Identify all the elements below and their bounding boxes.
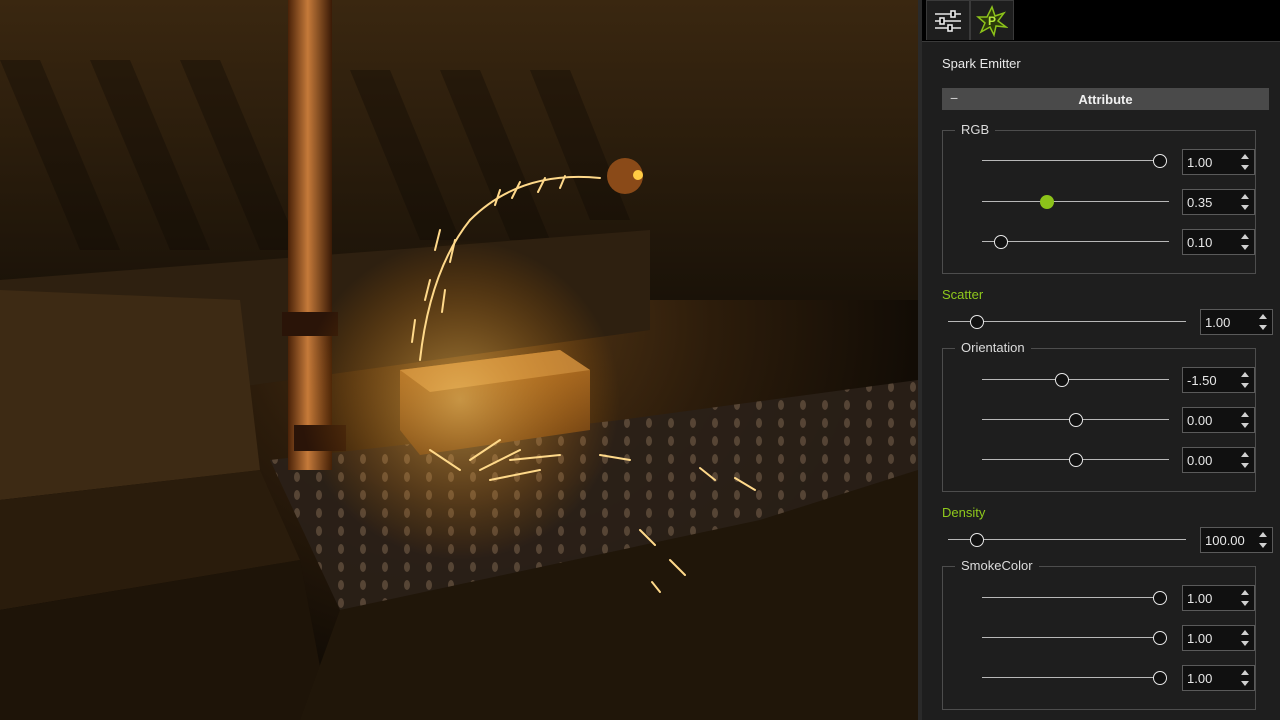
scatter-label: Scatter: [942, 287, 984, 302]
spin-down-icon[interactable]: [1259, 325, 1267, 330]
slider-track: [948, 321, 1186, 322]
panel-tab-bar: P: [922, 0, 1280, 42]
smokecolor-b-spinbox[interactable]: 1.00: [1182, 665, 1255, 691]
spin-up-icon[interactable]: [1241, 452, 1249, 457]
slider-thumb[interactable]: [1068, 453, 1083, 467]
slider-thumb[interactable]: [1153, 631, 1167, 645]
spin-down-icon[interactable]: [1241, 165, 1249, 170]
spin-down-icon[interactable]: [1241, 383, 1249, 388]
smokecolor-r-slider[interactable]: [982, 590, 1167, 606]
spin-down-icon[interactable]: [1241, 205, 1249, 210]
spinbox-value[interactable]: 100.00: [1205, 533, 1245, 548]
spinbox-value[interactable]: 1.00: [1205, 315, 1230, 330]
slider-track: [982, 241, 1169, 242]
spin-up-icon[interactable]: [1241, 670, 1249, 675]
spin-up-icon[interactable]: [1241, 234, 1249, 239]
spark-emitter-icon: P: [976, 4, 1008, 37]
spin-up-icon[interactable]: [1241, 412, 1249, 417]
orientation-z-spinbox[interactable]: 0.00: [1182, 447, 1255, 473]
slider-thumb[interactable]: [993, 235, 1008, 249]
rgb-group-label: RGB: [955, 122, 996, 137]
spinbox-value[interactable]: -1.50: [1187, 373, 1217, 388]
rgb-g-slider[interactable]: [982, 194, 1169, 210]
orientation-group-label: Orientation: [955, 340, 1031, 355]
scatter-spinbox[interactable]: 1.00: [1200, 309, 1273, 335]
spin-down-icon[interactable]: [1241, 245, 1249, 250]
spinbox-value[interactable]: 1.00: [1187, 155, 1212, 170]
slider-track: [982, 597, 1160, 598]
slider-thumb[interactable]: [1153, 154, 1167, 168]
spinbox-value[interactable]: 0.00: [1187, 453, 1212, 468]
spin-up-icon[interactable]: [1241, 590, 1249, 595]
spin-up-icon[interactable]: [1241, 372, 1249, 377]
density-spinbox[interactable]: 100.00: [1200, 527, 1273, 553]
density-label: Density: [942, 505, 986, 520]
orientation-x-slider[interactable]: [982, 372, 1169, 388]
spin-down-icon[interactable]: [1241, 463, 1249, 468]
spin-down-icon[interactable]: [1241, 601, 1249, 606]
spin-up-icon[interactable]: [1259, 314, 1267, 319]
slider-track: [948, 539, 1186, 540]
spin-down-icon[interactable]: [1241, 641, 1249, 646]
tab-settings[interactable]: [926, 0, 970, 40]
spin-up-icon[interactable]: [1241, 630, 1249, 635]
spin-down-icon[interactable]: [1259, 543, 1267, 548]
scatter-slider[interactable]: [948, 314, 1186, 330]
rgb-b-spinbox[interactable]: 0.10: [1182, 229, 1255, 255]
spinbox-value[interactable]: 1.00: [1187, 671, 1212, 686]
orientation-y-slider[interactable]: [982, 412, 1169, 428]
spinbox-value[interactable]: 1.00: [1187, 591, 1212, 606]
density-slider[interactable]: [948, 532, 1186, 548]
3d-viewport[interactable]: [0, 0, 918, 720]
spin-up-icon[interactable]: [1259, 532, 1267, 537]
spin-down-icon[interactable]: [1241, 423, 1249, 428]
collapse-toggle[interactable]: −: [950, 90, 958, 106]
slider-track: [982, 160, 1160, 161]
attribute-section-header[interactable]: − Attribute: [942, 88, 1269, 110]
orientation-z-slider[interactable]: [982, 452, 1169, 468]
smokecolor-group-label: SmokeColor: [955, 558, 1039, 573]
spinbox-value[interactable]: 0.10: [1187, 235, 1212, 250]
slider-thumb[interactable]: [969, 533, 984, 547]
smokecolor-g-spinbox[interactable]: 1.00: [1182, 625, 1255, 651]
rgb-g-spinbox[interactable]: 0.35: [1182, 189, 1255, 215]
svg-text:P: P: [988, 14, 996, 28]
slider-track: [982, 637, 1160, 638]
rgb-r-spinbox[interactable]: 1.00: [1182, 149, 1255, 175]
spinbox-value[interactable]: 0.35: [1187, 195, 1212, 210]
slider-thumb[interactable]: [1055, 373, 1070, 387]
scene-render: [0, 0, 918, 720]
properties-panel: P Spark Emitter − Attribute RGB 1.00 0.3…: [918, 0, 1280, 720]
smokecolor-b-slider[interactable]: [982, 670, 1167, 686]
spin-down-icon[interactable]: [1241, 681, 1249, 686]
orientation-y-spinbox[interactable]: 0.00: [1182, 407, 1255, 433]
spinbox-value[interactable]: 1.00: [1187, 631, 1212, 646]
rgb-b-slider[interactable]: [982, 234, 1169, 250]
spin-up-icon[interactable]: [1241, 194, 1249, 199]
slider-thumb[interactable]: [969, 315, 984, 329]
panel-title: Spark Emitter: [942, 56, 1021, 71]
tab-spark-emitter[interactable]: P: [970, 0, 1014, 40]
orientation-x-spinbox[interactable]: -1.50: [1182, 367, 1255, 393]
smokecolor-r-spinbox[interactable]: 1.00: [1182, 585, 1255, 611]
slider-track: [982, 201, 1169, 202]
slider-track: [982, 677, 1160, 678]
rgb-r-slider[interactable]: [982, 153, 1167, 169]
smokecolor-g-slider[interactable]: [982, 630, 1167, 646]
slider-thumb[interactable]: [1153, 671, 1167, 685]
sliders-icon: [935, 9, 961, 32]
spin-up-icon[interactable]: [1241, 154, 1249, 159]
attribute-section-label: Attribute: [1078, 91, 1133, 107]
slider-thumb[interactable]: [1068, 413, 1083, 427]
slider-thumb[interactable]: [1153, 591, 1167, 605]
spinbox-value[interactable]: 0.00: [1187, 413, 1212, 428]
slider-track: [982, 379, 1169, 380]
slider-thumb[interactable]: [1040, 195, 1055, 209]
